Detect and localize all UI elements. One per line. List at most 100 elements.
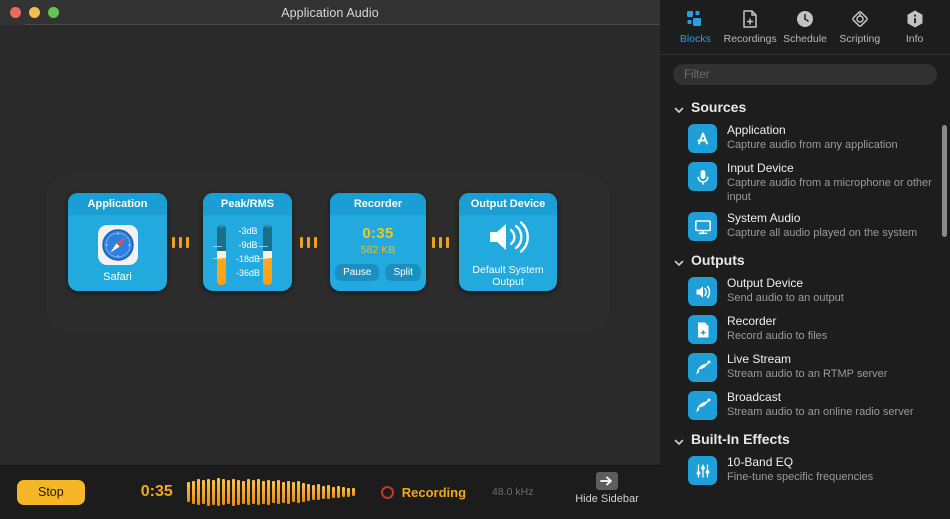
db-label-3: -3dB — [238, 226, 258, 236]
block-recorder[interactable]: Recorder 0:35 582 KB Pause Split — [330, 193, 426, 291]
waveform-bar — [216, 478, 220, 506]
tab-schedule-label: Schedule — [783, 33, 827, 45]
peak-meter-knob — [218, 225, 225, 228]
satellite-dish-icon — [688, 353, 717, 382]
connector-peak-to-recorder — [300, 237, 317, 248]
waveform-bar — [316, 484, 320, 500]
connector-dot — [186, 237, 189, 248]
tab-info-label: Info — [905, 33, 924, 45]
block-application-header: Application — [68, 193, 167, 215]
meter-tick — [213, 246, 222, 247]
list-item-broadcast[interactable]: Broadcast Stream audio to an online radi… — [660, 386, 950, 424]
section-header-builtin-effects[interactable]: Built-In Effects — [660, 424, 950, 451]
connector-dot — [432, 237, 435, 248]
chevron-down-icon — [674, 434, 684, 445]
db-label-18: -18dB — [235, 254, 261, 264]
waveform-bar — [261, 480, 265, 504]
block-canvas[interactable]: Application Safari Peak/RMS -3dB -9dB -1… — [0, 25, 660, 465]
sidebar-scroll-area[interactable]: Sources Application Capture audio from a… — [660, 92, 950, 519]
block-output-device[interactable]: Output Device Default System Output — [459, 193, 557, 291]
list-item-input-device[interactable]: Input Device Capture audio from a microp… — [660, 157, 950, 207]
transport-elapsed: 0:35 — [140, 483, 173, 500]
tab-schedule[interactable]: Schedule — [778, 5, 833, 45]
list-item-title: Recorder — [727, 314, 777, 328]
speaker-icon — [688, 277, 717, 306]
connector-dot — [172, 237, 175, 248]
tab-recordings[interactable]: Recordings — [723, 5, 778, 45]
window-titlebar: Application Audio — [0, 0, 660, 25]
waveform-bar — [291, 482, 295, 502]
connector-dot — [300, 237, 303, 248]
hide-sidebar-icon — [596, 472, 618, 490]
connector-application-to-peak — [172, 237, 189, 248]
block-peak-rms-header: Peak/RMS — [203, 193, 292, 215]
recording-status: Recording — [380, 485, 466, 500]
sidebar-filter-wrap — [660, 55, 950, 92]
peak-meter-cap — [217, 251, 226, 258]
section-header-sources[interactable]: Sources — [660, 92, 950, 119]
output-device-name-line2: Output — [492, 276, 524, 288]
waveform-bar — [251, 480, 255, 504]
list-item-system-audio[interactable]: System Audio Capture all audio played on… — [660, 207, 950, 245]
peak-meter — [217, 225, 226, 285]
list-item-text: Application Capture audio from any appli… — [727, 122, 898, 152]
waveform-bar — [196, 479, 200, 505]
list-item-subtitle: Stream audio to an RTMP server — [727, 368, 888, 380]
waveform-bar — [231, 478, 235, 506]
speaker-icon — [485, 220, 531, 259]
connector-dot — [307, 237, 310, 248]
info-icon — [905, 8, 925, 30]
hide-sidebar-button[interactable]: Hide Sidebar — [572, 472, 642, 505]
recorder-buttons: Pause Split — [335, 264, 421, 281]
output-device-name-line1: Default System — [472, 264, 544, 276]
scripting-icon — [850, 8, 870, 30]
tab-scripting-label: Scripting — [839, 33, 881, 45]
block-peak-rms[interactable]: Peak/RMS -3dB -9dB -18dB -36dB — [203, 193, 292, 291]
connector-dot — [439, 237, 442, 248]
microphone-icon — [688, 162, 717, 191]
waveform-bar — [331, 486, 335, 498]
block-output-device-body: Default System Output — [459, 215, 557, 291]
filter-input[interactable] — [673, 64, 937, 85]
tab-scripting[interactable]: Scripting — [832, 5, 887, 45]
list-item-10-band-eq[interactable]: 10-Band EQ Fine-tune specific frequencie… — [660, 451, 950, 489]
tab-info[interactable]: Info — [887, 5, 942, 45]
list-item-text: System Audio Capture all audio played on… — [727, 210, 917, 240]
recorder-split-button[interactable]: Split — [385, 264, 421, 281]
waveform-bar — [346, 487, 350, 497]
hide-sidebar-label: Hide Sidebar — [575, 493, 639, 505]
section-header-outputs[interactable]: Outputs — [660, 245, 950, 272]
output-device-name: Default System Output — [472, 264, 543, 288]
window-title: Application Audio — [281, 5, 379, 20]
waveform-bar — [221, 479, 225, 505]
connector-dot — [179, 237, 182, 248]
appstore-icon — [688, 124, 717, 153]
list-item-application[interactable]: Application Capture audio from any appli… — [660, 119, 950, 157]
list-item-title: Input Device — [727, 161, 794, 175]
list-item-title: Application — [727, 123, 786, 137]
level-meters: -3dB -9dB -18dB -36dB — [203, 215, 292, 291]
sidebar-scrollbar[interactable] — [942, 125, 947, 237]
waveform-bar — [266, 479, 270, 505]
block-application-body: Safari — [68, 215, 167, 291]
block-application[interactable]: Application Safari — [68, 193, 167, 291]
stop-button[interactable]: Stop — [17, 479, 85, 505]
waveform-bar — [326, 485, 330, 499]
recordings-icon — [740, 8, 760, 30]
block-peak-rms-body: -3dB -9dB -18dB -36dB — [203, 215, 292, 291]
list-item-title: System Audio — [727, 211, 801, 225]
list-item-recorder[interactable]: Recorder Record audio to files — [660, 310, 950, 348]
rms-meter-knob — [264, 225, 271, 228]
section-title-sources: Sources — [691, 99, 747, 115]
waveform-bar — [281, 481, 285, 503]
waveform-bar — [241, 480, 245, 504]
recorder-filesize: 582 KB — [360, 244, 396, 256]
meter-tick — [213, 258, 222, 259]
list-item-live-stream[interactable]: Live Stream Stream audio to an RTMP serv… — [660, 348, 950, 386]
recorder-elapsed: 0:35 — [362, 225, 394, 242]
recorder-pause-button[interactable]: Pause — [335, 264, 380, 281]
sidebar-toolbar: Blocks Recordings Schedule Scripting Inf… — [660, 0, 950, 55]
list-item-output-device[interactable]: Output Device Send audio to an output — [660, 272, 950, 310]
tab-blocks[interactable]: Blocks — [668, 5, 723, 45]
waveform-bar — [296, 481, 300, 503]
